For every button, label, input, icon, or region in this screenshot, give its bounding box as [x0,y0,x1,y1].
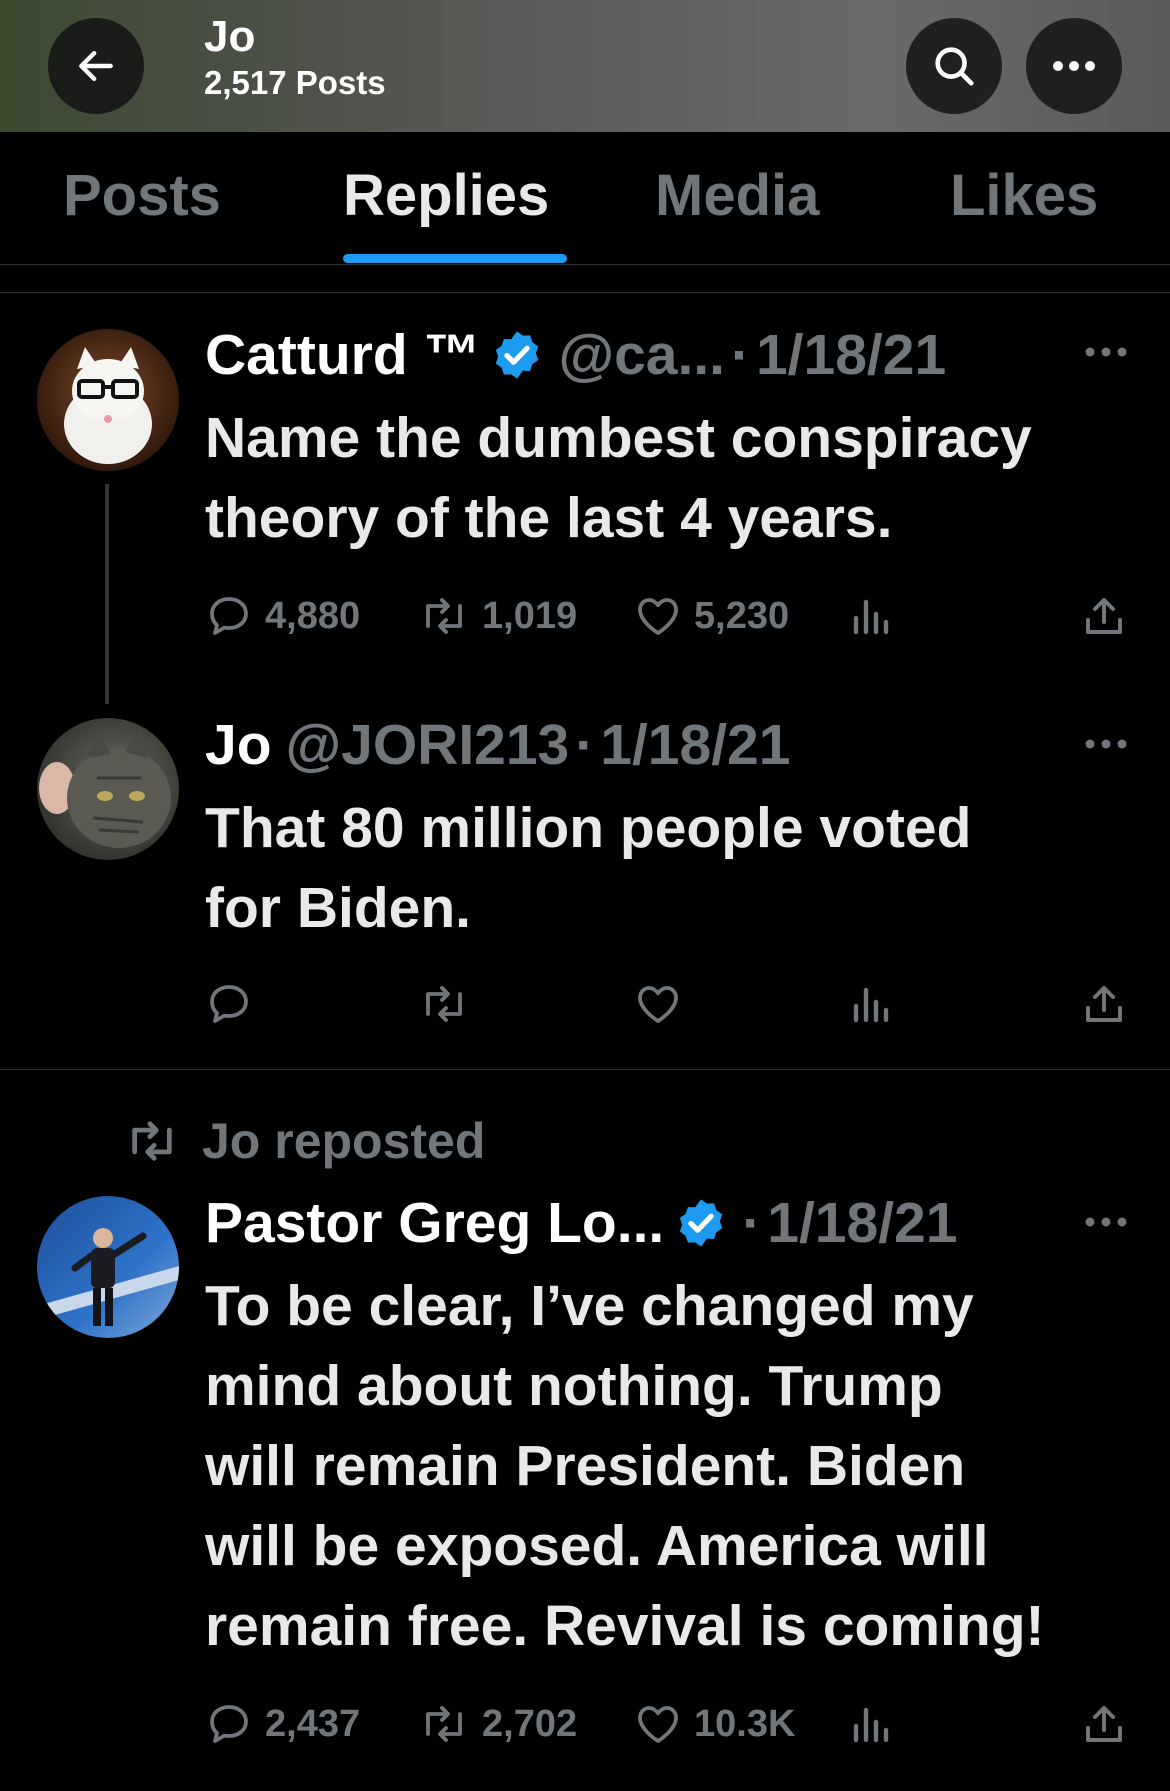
heart-icon [638,1706,678,1743]
tweet-text-line: That 80 million people voted [205,796,972,860]
views-button[interactable] [848,980,896,1028]
search-icon [935,47,974,86]
tweet-text-line: Name the dumbest conspiracy [205,406,1032,470]
repost-icon [132,1121,172,1161]
avatar[interactable] [37,718,179,860]
like-button[interactable]: 5,230 [634,592,789,640]
back-button[interactable] [48,18,144,114]
tab-posts[interactable]: Posts [63,162,221,229]
like-count: 5,230 [694,594,790,637]
reply-count: 4,880 [265,594,361,637]
tab-likes[interactable]: Likes [950,162,1098,229]
reply-icon [210,985,248,1023]
reply-button[interactable] [205,980,253,1028]
profile-tabs: Posts Replies Media Likes [0,132,1170,265]
heart-icon [638,986,678,1023]
tweet-header: Jo @JORI213 · 1/18/21 [205,712,790,778]
reply-count: 2,437 [265,1702,361,1745]
share-icon [1086,598,1122,634]
section-divider [0,292,1170,293]
share-icon [1086,986,1122,1022]
tweet-text-line: will remain President. Biden [205,1434,966,1498]
tweet-text-line: for Biden. [205,876,471,940]
timestamp[interactable]: 1/18/21 [767,1190,957,1256]
stage-speaker-avatar [37,1196,179,1338]
more-options-button[interactable] [1026,18,1122,114]
share-icon [1086,1706,1122,1742]
like-button[interactable]: 10.3K [634,1700,795,1748]
repost-button[interactable]: 1,019 [418,592,577,640]
handle[interactable]: @JORI213 [286,712,570,778]
repost-button[interactable]: 2,702 [418,1700,577,1748]
tweet-text-line: To be clear, I’ve changed my [205,1274,974,1338]
tabby-cat-avatar [37,718,179,860]
tweet-text-line: theory of the last 4 years. [205,486,893,550]
active-tab-indicator [343,254,567,263]
thread-connector [105,484,109,704]
tweet-text-line: will be exposed. America will [205,1514,989,1578]
repost-count: 1,019 [482,594,578,637]
repost-icon [426,1706,462,1742]
reply-icon [210,1705,248,1743]
avatar[interactable] [37,329,179,471]
tab-media[interactable]: Media [655,162,819,229]
tweet-text-line: remain free. Revival is coming! [205,1594,1045,1658]
avatar[interactable] [37,1196,179,1338]
more-icon[interactable] [1084,1216,1128,1228]
tweet-divider [0,1069,1170,1070]
repost-label[interactable]: Jo reposted [202,1112,485,1170]
arrow-left-icon [79,50,113,82]
analytics-icon [853,1707,889,1743]
views-button[interactable] [848,1700,896,1748]
display-name[interactable]: Catturd ™ [205,322,480,388]
repost-count: 2,702 [482,1702,578,1745]
tweet-header: Catturd ™ @ca... · 1/18/21 [205,322,946,388]
cat-with-glasses-avatar [37,329,179,471]
timestamp[interactable]: 1/18/21 [600,712,790,778]
repost-button[interactable] [418,980,470,1028]
tweet-header: Pastor Greg Lo... · 1/18/21 [205,1190,957,1256]
like-count: 10.3K [694,1702,796,1745]
more-icon[interactable] [1084,346,1128,358]
reply-button[interactable]: 4,880 [205,592,360,640]
handle[interactable]: @ca... [558,322,725,388]
separator-dot: · [742,1191,762,1255]
views-button[interactable] [848,592,896,640]
display-name[interactable]: Jo [205,712,272,778]
tab-replies[interactable]: Replies [343,162,549,229]
repost-icon [426,598,462,634]
verified-badge-icon [496,331,539,379]
more-icon[interactable] [1084,738,1128,750]
display-name[interactable]: Pastor Greg Lo... [205,1190,664,1256]
profile-name: Jo [204,12,256,61]
tweet-text-line: mind about nothing. Trump [205,1354,943,1418]
share-button[interactable] [1080,980,1128,1028]
reply-button[interactable]: 2,437 [205,1700,360,1748]
separator-dot: · [730,323,750,387]
share-button[interactable] [1080,1700,1128,1748]
ellipsis-icon [1053,61,1095,71]
analytics-icon [853,599,889,635]
heart-icon [638,598,678,635]
analytics-icon [853,987,889,1023]
posts-count: 2,517 Posts [204,64,386,101]
share-button[interactable] [1080,592,1128,640]
separator-dot: · [575,713,595,777]
like-button[interactable] [634,980,682,1028]
repost-context: Jo reposted [122,1112,485,1170]
search-button[interactable] [906,18,1002,114]
repost-icon [426,986,462,1022]
profile-header: Jo 2,517 Posts [0,0,1170,132]
timestamp[interactable]: 1/18/21 [756,322,946,388]
verified-badge-icon [680,1199,723,1247]
reply-icon [210,597,248,635]
